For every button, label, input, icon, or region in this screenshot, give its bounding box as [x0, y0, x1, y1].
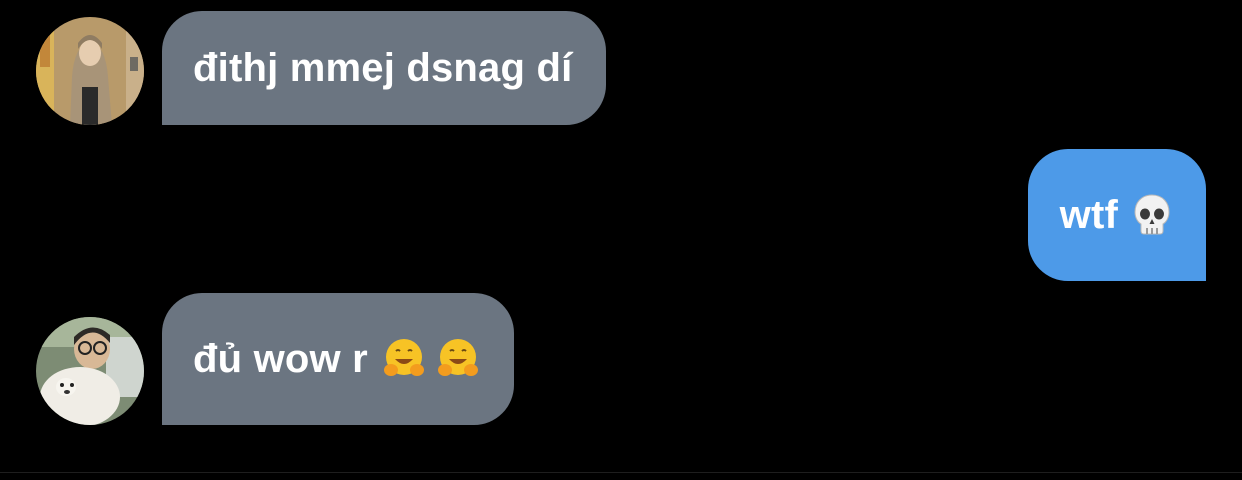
message-bubble-incoming[interactable]: đủ wow r	[162, 293, 514, 425]
message-bubble-outgoing[interactable]: wtf	[1027, 149, 1206, 281]
skull-icon	[1132, 193, 1172, 237]
emoji-group	[382, 337, 480, 381]
bottom-divider	[0, 472, 1242, 473]
message-text: đủ wow r	[193, 337, 368, 381]
message-text: wtf	[1059, 193, 1118, 237]
hugging-face-icon	[382, 337, 426, 381]
sender-avatar-2[interactable]	[36, 317, 144, 425]
hugging-face-icon	[436, 337, 480, 381]
sender-avatar-1[interactable]	[36, 17, 144, 125]
message-text: đithj mmej dsnag dí	[193, 46, 573, 90]
message-bubble-incoming[interactable]: đithj mmej dsnag dí	[162, 11, 607, 125]
